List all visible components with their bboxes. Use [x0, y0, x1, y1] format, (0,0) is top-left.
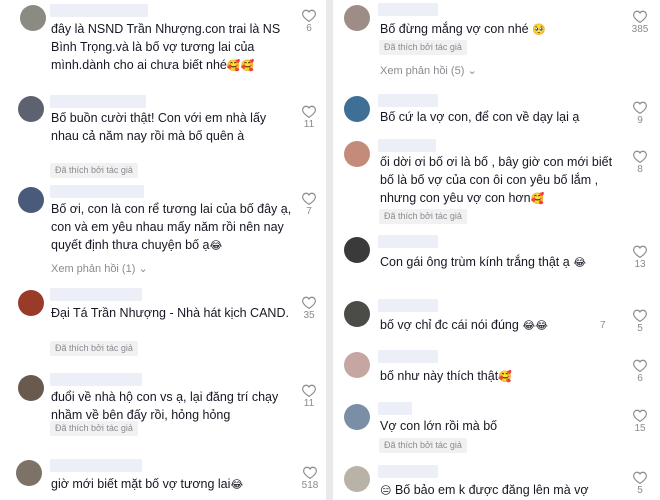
like-button[interactable]: 9 [628, 101, 652, 127]
comment-text: Bố cứ la vợ con, để con về dạy lại ạ [380, 110, 580, 124]
avatar[interactable] [344, 352, 370, 378]
comment-text: Bố ơi, con là con rể tương lai của bố đâ… [51, 202, 292, 252]
comment-text: đây là NSND Trần Nhượng.con trai là NS B… [51, 22, 281, 72]
username-blurred[interactable] [50, 373, 142, 386]
avatar[interactable] [20, 5, 46, 31]
heart-icon [302, 192, 316, 205]
chevron-down-icon: ⌄ [138, 263, 148, 275]
view-replies-link[interactable]: Xem phản hồi (1) ⌄ [51, 262, 148, 275]
avatar[interactable] [18, 96, 44, 122]
username-blurred[interactable] [50, 459, 142, 472]
heart-icon [633, 101, 647, 114]
username-blurred[interactable] [378, 139, 436, 152]
avatar[interactable] [344, 237, 370, 263]
like-count: 385 [631, 24, 649, 35]
avatar[interactable] [344, 96, 370, 122]
like-count: 6 [306, 23, 312, 34]
heart-icon [302, 296, 316, 309]
username-blurred[interactable] [50, 4, 148, 17]
username-blurred[interactable] [378, 94, 438, 107]
avatar[interactable] [18, 187, 44, 213]
liked-by-author-badge: Đã thích bởi tác giả [50, 163, 138, 178]
comment-text: 😑 Bố bảo em k được đăng lên mà vợ [380, 483, 589, 497]
avatar[interactable] [18, 375, 44, 401]
comment-text: đuổi về nhà hộ con vs ạ, lại đăng trí ch… [51, 390, 279, 422]
username-blurred[interactable] [378, 299, 438, 312]
avatar[interactable] [344, 5, 370, 31]
heart-icon [633, 471, 647, 484]
heart-icon [633, 245, 647, 258]
avatar[interactable] [344, 466, 370, 492]
like-count: 8 [637, 164, 643, 175]
liked-by-author-badge: Đã thích bởi tác giả [50, 341, 138, 356]
comments-panel-left: đây là NSND Trần Nhượng.con trai là NS B… [0, 0, 326, 500]
heart-icon [302, 105, 316, 118]
comment-text: bố như này thích thật🥰 [380, 369, 512, 383]
like-count: 11 [303, 119, 315, 130]
like-button[interactable]: 6 [628, 359, 652, 385]
liked-by-author-badge: Đã thích bởi tác giả [50, 421, 138, 436]
heart-icon [302, 9, 316, 22]
like-count: 35 [303, 310, 315, 321]
inline-number: 7 [600, 320, 606, 331]
like-button[interactable]: 13 [628, 245, 652, 271]
like-count: 15 [634, 423, 646, 434]
panel-divider [326, 0, 333, 500]
username-blurred[interactable] [378, 402, 412, 415]
comment-text: Đại Tá Trần Nhượng - Nhà hát kịch CAND. [51, 306, 289, 320]
avatar[interactable] [344, 141, 370, 167]
comment-text: Bố đừng mắng vợ con nhé 🥺 [380, 22, 546, 36]
like-button[interactable]: 15 [628, 409, 652, 435]
avatar[interactable] [16, 460, 42, 486]
like-button[interactable]: 5 [628, 471, 652, 497]
like-button[interactable]: 8 [628, 150, 652, 176]
username-blurred[interactable] [378, 235, 438, 248]
liked-by-author-badge: Đã thích bởi tác giả [379, 40, 467, 55]
comment-text: bố vợ chỉ đc cái nói đúng 😂😂 [380, 318, 549, 332]
username-blurred[interactable] [50, 288, 142, 301]
username-blurred[interactable] [378, 465, 438, 478]
username-blurred[interactable] [378, 3, 438, 16]
like-count: 11 [303, 398, 315, 409]
heart-icon [633, 10, 647, 23]
heart-icon [633, 359, 647, 372]
like-button[interactable]: 5 [628, 309, 652, 335]
like-button[interactable]: 385 [628, 10, 652, 36]
like-button[interactable]: 35 [297, 296, 321, 322]
avatar[interactable] [344, 301, 370, 327]
like-count: 7 [306, 206, 312, 217]
comment-text: giờ mới biết mặt bố vợ tương lai😂 [51, 477, 244, 491]
like-button[interactable]: 11 [297, 105, 321, 131]
username-blurred[interactable] [50, 185, 144, 198]
heart-icon [302, 384, 316, 397]
like-count: 13 [634, 259, 646, 270]
comment-text: Con gái ông trùm kính trắng thật ạ 😂 [380, 255, 587, 269]
like-count: 9 [637, 115, 643, 126]
avatar[interactable] [344, 404, 370, 430]
view-replies-link[interactable]: Xem phản hồi (5) ⌄ [380, 64, 477, 77]
comment-text: ối dời ơi bố ơi là bố , bây giờ con mới … [380, 155, 613, 205]
chevron-down-icon: ⌄ [467, 65, 477, 77]
like-button[interactable]: 11 [297, 384, 321, 410]
like-button[interactable]: 6 [297, 9, 321, 35]
heart-icon [633, 409, 647, 422]
like-button[interactable]: 518 [298, 466, 322, 492]
heart-icon [303, 466, 317, 479]
liked-by-author-badge: Đã thích bởi tác giả [379, 209, 467, 224]
username-blurred[interactable] [378, 350, 438, 363]
avatar[interactable] [18, 290, 44, 316]
liked-by-author-badge: Đã thích bởi tác giả [379, 438, 467, 453]
like-count: 5 [637, 323, 643, 334]
comment-text: Vợ con lớn rồi mà bố [380, 419, 498, 433]
username-blurred[interactable] [50, 95, 146, 108]
heart-icon [633, 309, 647, 322]
like-count: 5 [637, 485, 643, 496]
heart-icon [633, 150, 647, 163]
like-count: 6 [637, 373, 643, 384]
like-button[interactable]: 7 [297, 192, 321, 218]
comment-text: Bố buồn cười thật! Con với em nhà lấy nh… [51, 111, 267, 143]
like-count: 518 [301, 480, 319, 491]
comments-panel-right: Bố đừng mắng vợ con nhé 🥺 385 Đã thích b… [333, 0, 660, 500]
